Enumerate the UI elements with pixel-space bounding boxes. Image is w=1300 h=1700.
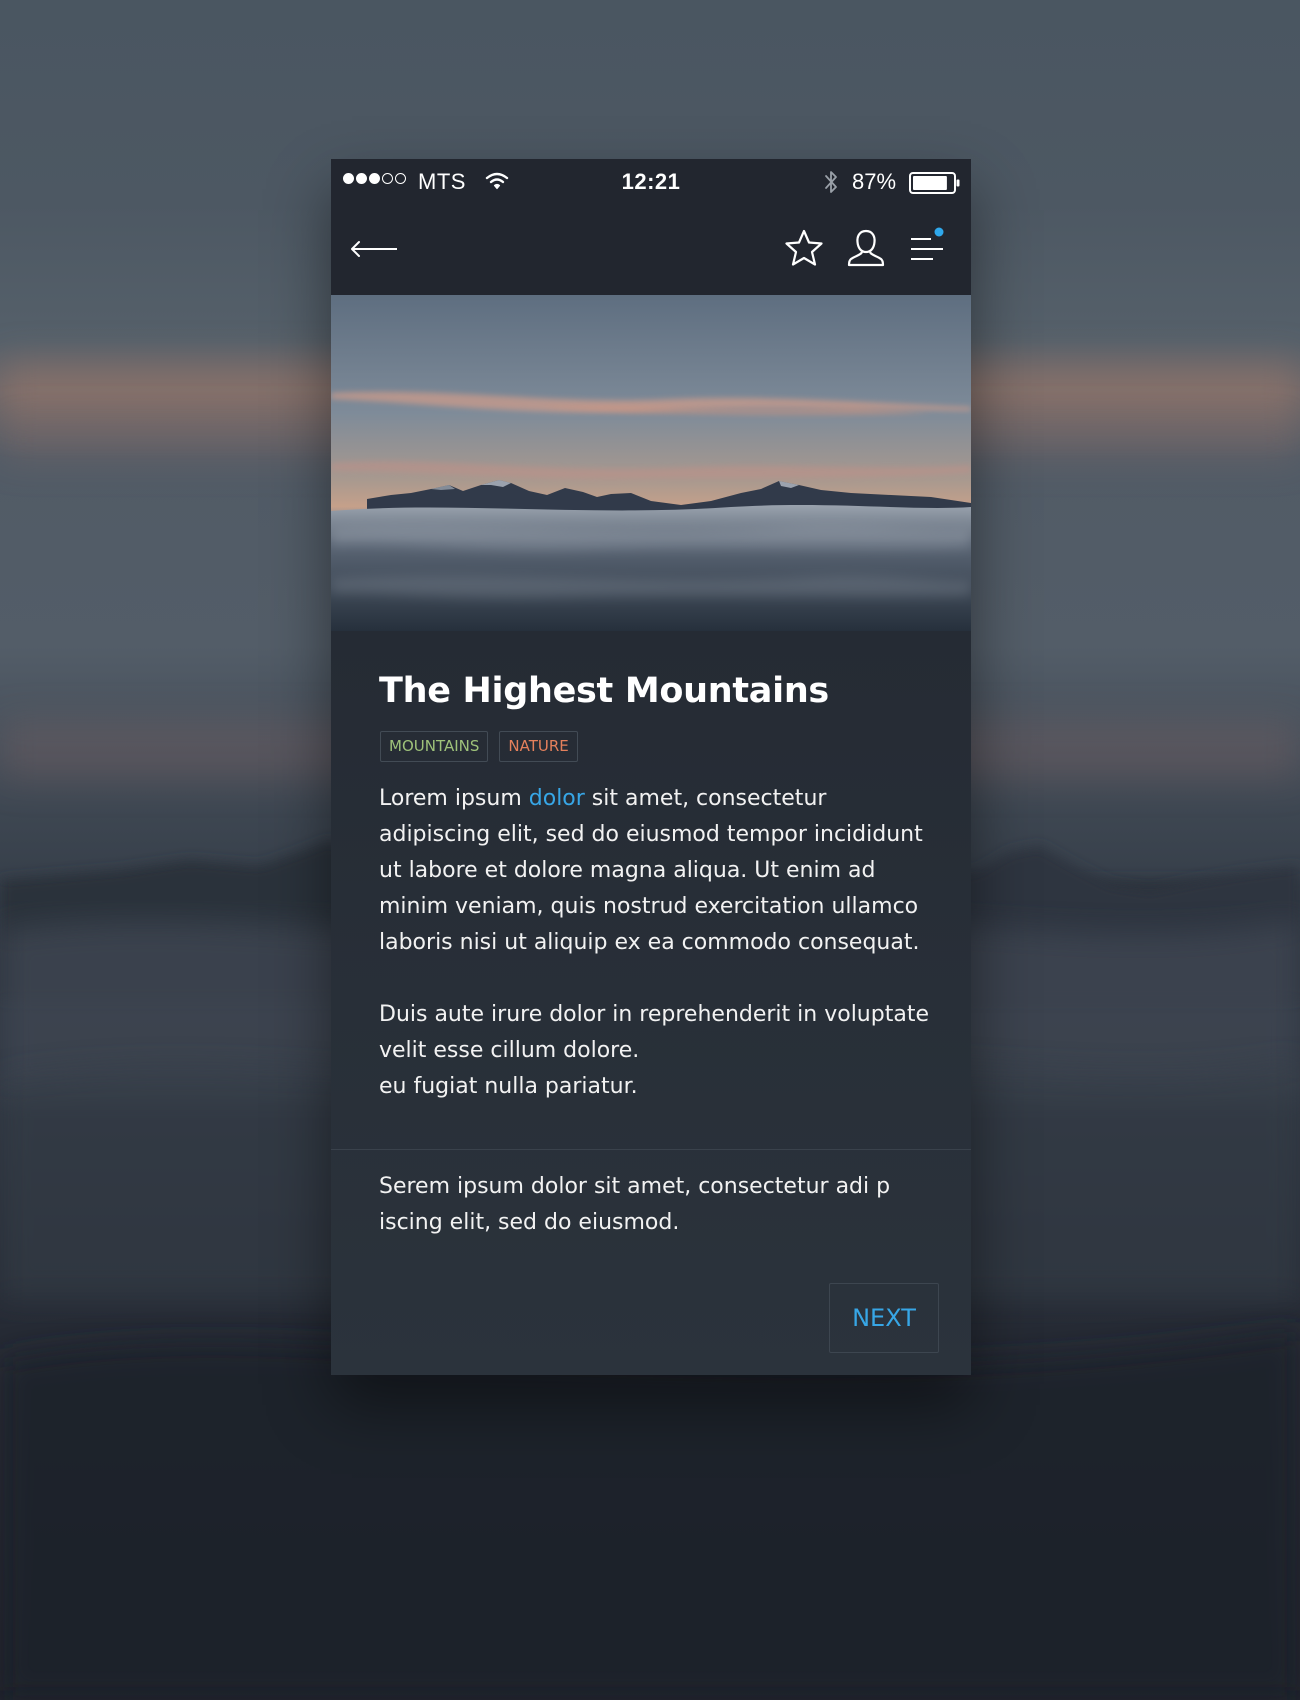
star-icon [785, 229, 823, 266]
hero-image [331, 295, 971, 631]
article-content: The Highest Mountains MOUNTAINS NATURE L… [331, 631, 971, 1375]
navigation-bar [331, 205, 971, 295]
article-paragraph-2: Duis aute irure dolor in reprehenderit i… [379, 1002, 929, 1099]
back-button[interactable] [349, 233, 401, 265]
divider [331, 1149, 971, 1150]
profile-button[interactable] [845, 227, 887, 269]
notification-dot [934, 227, 944, 237]
phone-screen: MTS 12:21 87% The Highest Mountains MOUN… [331, 159, 971, 1375]
battery-percentage: 87% [852, 169, 897, 194]
menu-icon [911, 227, 944, 260]
arrow-left-icon [351, 241, 397, 257]
inline-link[interactable]: dolor [529, 786, 585, 811]
bluetooth-icon [823, 169, 839, 201]
next-button[interactable]: NEXT [829, 1283, 939, 1353]
tag-mountains[interactable]: MOUNTAINS [380, 731, 489, 762]
article-paragraph-1: Lorem ipsum dolor sit amet, consectetur … [379, 786, 923, 955]
user-icon [847, 229, 885, 267]
tag-list: MOUNTAINS NATURE [380, 731, 578, 762]
tag-nature[interactable]: NATURE [499, 731, 578, 762]
battery-icon [909, 172, 961, 200]
article-title: The Highest Mountains [379, 671, 829, 711]
favorite-button[interactable] [783, 227, 825, 269]
article-paragraph-3: Serem ipsum dolor sit amet, consectetur … [379, 1174, 891, 1235]
menu-button[interactable] [907, 225, 949, 267]
status-bar: MTS 12:21 87% [331, 159, 971, 205]
